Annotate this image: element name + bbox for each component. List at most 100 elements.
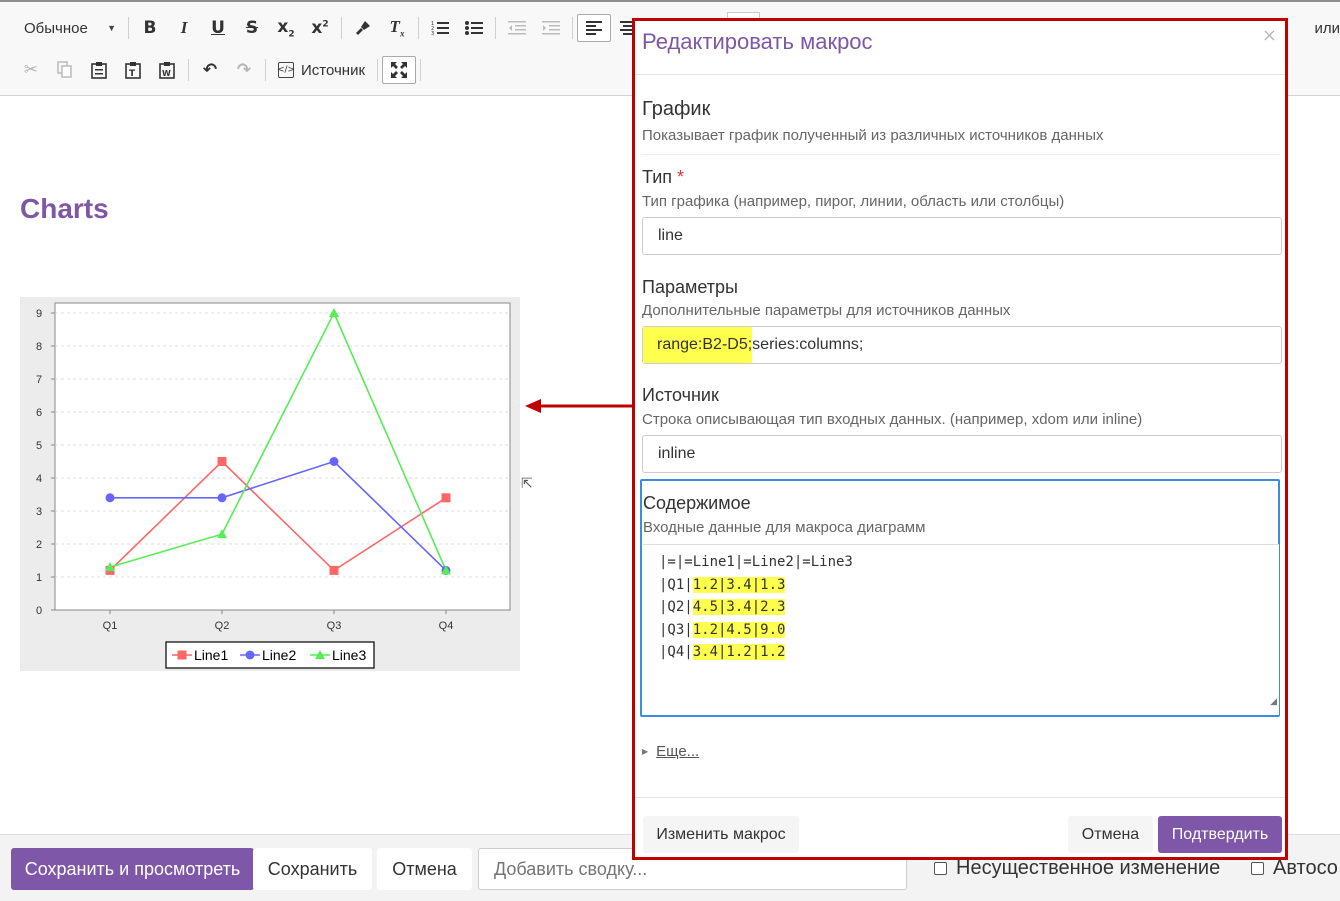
code-line-prefix: |Q4| <box>659 644 693 660</box>
data-point-line2 <box>105 493 115 503</box>
toolbar-divider <box>265 59 266 81</box>
numbered-list-icon: 123 <box>431 21 449 36</box>
minor-change-checkbox[interactable]: Несущественное изменение <box>934 857 1220 880</box>
dialog-header-divider <box>635 74 1285 75</box>
superscript-button[interactable]: x2 <box>303 14 337 42</box>
toolbar-divider <box>495 17 496 39</box>
superscript-icon: x2 <box>311 18 329 38</box>
undo-icon: ↶ <box>202 60 218 80</box>
legend-marker-line1 <box>177 650 187 660</box>
toolbar-divider <box>341 17 342 39</box>
data-point-line1 <box>217 457 227 466</box>
cancel-button[interactable]: Отмена <box>377 848 472 890</box>
code-line-highlight: 4.5|3.4|2.3 <box>692 599 786 615</box>
svg-text:W: W <box>162 69 171 78</box>
type-field[interactable]: line <box>642 217 1282 255</box>
italic-icon: I <box>180 18 188 37</box>
bold-button[interactable]: B <box>133 14 167 42</box>
y-tick-label: 2 <box>36 539 42 551</box>
code-line: |Q3|1.2|4.5|9.0 <box>659 619 1279 642</box>
italic-button[interactable]: I <box>167 14 201 42</box>
copy-button[interactable] <box>48 56 82 84</box>
code-line: |Q1|1.2|3.4|1.3 <box>659 574 1279 597</box>
code-line-prefix: |Q1| <box>659 576 693 593</box>
paste-text-button[interactable]: T <box>116 56 150 84</box>
macro-description: Показывает график полученный из различны… <box>642 127 1104 144</box>
dialog-title: Редактировать макрос <box>642 29 873 54</box>
y-tick-label: 6 <box>36 407 42 419</box>
align-left-button[interactable] <box>577 14 611 42</box>
chart-image[interactable]: 0 1 2 3 4 5 6 7 8 9 Q1 Q2 Q3 Q4 Line1 Line2 Line3 <box>20 297 520 671</box>
maximize-icon <box>391 62 408 78</box>
code-line-highlight: 1.2|4.5|9.0 <box>692 621 786 638</box>
data-point-line1 <box>329 565 339 575</box>
source-label: Источник <box>642 385 719 405</box>
macro-name: График <box>642 98 711 120</box>
paste-word-button[interactable]: W <box>150 56 184 84</box>
toolbar-row-1: Обычное ▼ B I U S x2 x2 Tx 123 <box>14 12 645 44</box>
outdent-icon <box>508 21 526 35</box>
external-link-icon[interactable]: ⇱ <box>521 476 533 492</box>
toolbar-row-2: ✂ T W ↶ ↷ </> Источник <box>14 54 425 86</box>
legend-label-line3: Line3 <box>332 647 366 663</box>
save-and-view-button[interactable]: Сохранить и просмотреть <box>11 848 254 890</box>
subscript-button[interactable]: x2 <box>269 14 303 42</box>
dialog-footer-divider <box>635 797 1285 798</box>
dialog-cancel-button[interactable]: Отмена <box>1068 816 1153 853</box>
content-textarea[interactable]: |=|=Line1|=Line2|=Line3 |Q1|1.2|3.4|1.3 … <box>643 544 1279 715</box>
scissors-icon: ✂ <box>23 60 39 80</box>
checkbox-box[interactable] <box>934 862 947 875</box>
data-point-line1 <box>441 493 451 503</box>
bulleted-list-button[interactable] <box>457 14 491 42</box>
save-button[interactable]: Сохранить <box>253 848 372 890</box>
underline-button[interactable]: U <box>201 14 235 42</box>
change-macro-button[interactable]: Изменить макрос <box>643 816 799 853</box>
type-description: Тип графика (например, пирог, линии, обл… <box>642 193 1065 210</box>
x-tick-label: Q3 <box>327 620 342 632</box>
redo-icon: ↷ <box>236 60 252 80</box>
x-tick-label: Q1 <box>103 620 118 632</box>
params-field[interactable]: range:B2-D5; series:columns; <box>642 326 1282 364</box>
params-label: Параметры <box>642 277 738 297</box>
strikethrough-button[interactable]: S <box>235 14 269 42</box>
toolbar-divider <box>572 17 573 39</box>
source-field[interactable]: inline <box>642 435 1282 473</box>
format-select[interactable]: Обычное ▼ <box>14 14 124 42</box>
numbered-list-button[interactable]: 123 <box>423 14 457 42</box>
redo-button[interactable]: ↷ <box>227 56 261 84</box>
content-section: Содержимое Входные данные для макроса ди… <box>640 479 1280 717</box>
clear-format-icon: Tx <box>389 17 405 39</box>
undo-button[interactable]: ↶ <box>193 56 227 84</box>
more-options-toggle[interactable]: ▶ Еще... <box>642 743 699 760</box>
cut-button[interactable]: ✂ <box>14 56 48 84</box>
minor-change-label: Несущественное изменение <box>956 857 1221 879</box>
code-line: |Q2|4.5|3.4|2.3 <box>659 596 1279 619</box>
params-description: Дополнительные параметры для источников … <box>642 302 1011 319</box>
y-tick-label: 3 <box>36 506 42 518</box>
maximize-button[interactable] <box>382 56 417 84</box>
remove-format-button[interactable]: Tx <box>380 14 414 42</box>
paste-button[interactable] <box>82 56 116 84</box>
toolbar-divider <box>188 59 189 81</box>
confirm-button[interactable]: Подтвердить <box>1158 816 1282 853</box>
more-link[interactable]: Еще... <box>656 743 699 760</box>
y-tick-label: 8 <box>36 341 42 353</box>
source-button[interactable]: </> Источник <box>270 56 373 84</box>
subscript-icon: x2 <box>277 16 295 40</box>
toolbar-right-label[interactable]: или <box>1314 20 1340 37</box>
code-line-prefix: |Q3| <box>659 621 693 638</box>
code-line-prefix: |=|=Line1|=Line2|=Line3 <box>659 554 853 570</box>
align-left-icon <box>586 21 602 35</box>
x-tick-label: Q4 <box>439 620 454 632</box>
resize-handle-icon[interactable]: ◢ <box>1270 691 1277 714</box>
data-point-line2 <box>217 493 227 503</box>
y-tick-label: 4 <box>36 473 42 485</box>
source-field-value: inline <box>658 445 696 462</box>
copy-format-button[interactable] <box>346 14 380 42</box>
close-icon[interactable]: × <box>1262 25 1277 46</box>
outdent-button[interactable] <box>500 14 534 42</box>
data-point-line2 <box>329 457 339 466</box>
indent-button[interactable] <box>534 14 568 42</box>
autosave-checkbox[interactable]: Автосо <box>1251 857 1338 880</box>
checkbox-box[interactable] <box>1251 862 1264 875</box>
